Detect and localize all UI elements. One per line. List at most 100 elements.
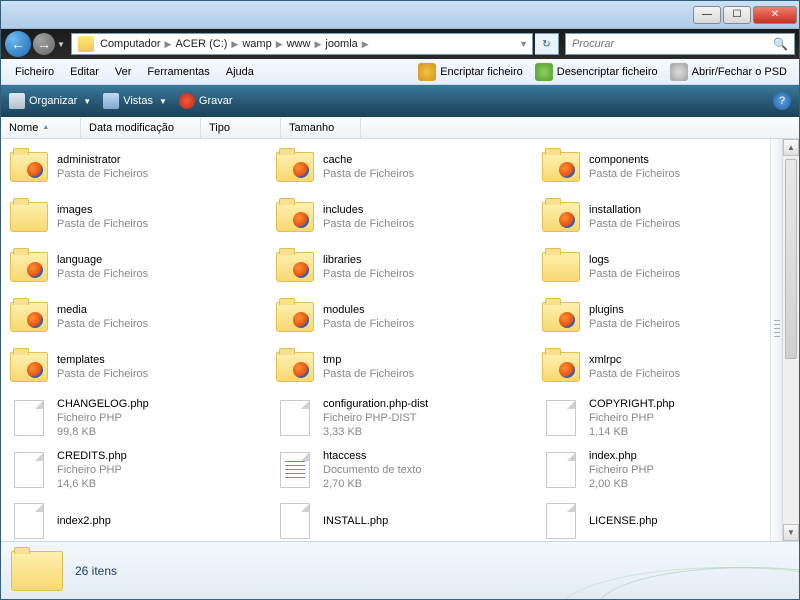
item-name: templates	[57, 353, 148, 367]
views-button[interactable]: Vistas▼	[103, 93, 167, 109]
file-item[interactable]: languagePasta de Ficheiros	[3, 245, 265, 289]
item-name: CHANGELOG.php	[57, 397, 149, 411]
menu-editar[interactable]: Editar	[62, 64, 107, 80]
forward-button[interactable]: →	[33, 33, 55, 55]
vertical-scrollbar[interactable]: ▲ ▼	[782, 139, 799, 541]
file-item[interactable]: COPYRIGHT.phpFicheiro PHP1,14 KB	[535, 395, 797, 441]
address-bar[interactable]: Computador▶ ACER (C:)▶ wamp▶ www▶ joomla…	[71, 33, 533, 55]
item-type: Pasta de Ficheiros	[323, 217, 414, 231]
search-box[interactable]: 🔍	[565, 33, 795, 55]
column-tipo[interactable]: Tipo	[201, 117, 281, 138]
breadcrumb[interactable]: joomla	[323, 38, 359, 50]
chevron-right-icon[interactable]: ▶	[229, 39, 240, 50]
file-item[interactable]: htaccessDocumento de texto2,70 KB	[269, 447, 531, 493]
scroll-down-button[interactable]: ▼	[783, 524, 799, 541]
chevron-right-icon[interactable]: ▶	[312, 39, 323, 50]
item-size: 2,00 KB	[589, 477, 654, 491]
preview-pane-splitter[interactable]	[770, 139, 782, 541]
psd-button[interactable]: Abrir/Fechar o PSD	[664, 61, 793, 83]
menu-ferramentas[interactable]: Ferramentas	[139, 64, 217, 80]
file-item[interactable]: templatesPasta de Ficheiros	[3, 345, 265, 389]
menu-ficheiro[interactable]: Ficheiro	[7, 64, 62, 80]
file-item[interactable]: configuration.php-distFicheiro PHP-DIST3…	[269, 395, 531, 441]
item-name: components	[589, 153, 680, 167]
column-data[interactable]: Data modificação	[81, 117, 201, 138]
decrypt-button[interactable]: Desencriptar ficheiro	[529, 61, 664, 83]
search-icon[interactable]: 🔍	[773, 37, 788, 51]
menu-bar: Ficheiro Editar Ver Ferramentas Ajuda En…	[1, 59, 799, 85]
item-type: Pasta de Ficheiros	[589, 217, 680, 231]
file-item[interactable]: imagesPasta de Ficheiros	[3, 195, 265, 239]
folder-icon	[276, 252, 314, 282]
chevron-right-icon[interactable]: ▶	[360, 39, 371, 50]
item-name: images	[57, 203, 148, 217]
folder-icon	[78, 36, 94, 52]
help-button[interactable]: ?	[773, 92, 791, 110]
status-text: 26 itens	[75, 564, 117, 578]
refresh-button[interactable]: ↻	[535, 33, 559, 55]
file-icon	[546, 503, 576, 539]
breadcrumb[interactable]: wamp	[240, 38, 273, 50]
item-type: Pasta de Ficheiros	[57, 317, 148, 331]
address-dropdown[interactable]: ▼	[517, 39, 530, 49]
file-item[interactable]: tmpPasta de Ficheiros	[269, 345, 531, 389]
breadcrumb[interactable]: www	[285, 38, 313, 50]
unlock-icon	[535, 63, 553, 81]
menu-ajuda[interactable]: Ajuda	[218, 64, 262, 80]
file-item[interactable]: mediaPasta de Ficheiros	[3, 295, 265, 339]
folder-icon	[542, 152, 580, 182]
file-item[interactable]: index2.php	[3, 499, 265, 541]
burn-icon	[179, 93, 195, 109]
scroll-up-button[interactable]: ▲	[783, 139, 799, 156]
file-item[interactable]: index.phpFicheiro PHP2,00 KB	[535, 447, 797, 493]
folder-icon	[542, 302, 580, 332]
organize-icon	[9, 93, 25, 109]
nav-history-dropdown[interactable]: ▼	[57, 40, 69, 49]
item-type: Ficheiro PHP	[57, 463, 127, 477]
close-button[interactable]: ✕	[753, 6, 797, 24]
file-item[interactable]: administratorPasta de Ficheiros	[3, 145, 265, 189]
minimize-button[interactable]: —	[693, 6, 721, 24]
item-type: Pasta de Ficheiros	[57, 167, 148, 181]
file-item[interactable]: componentsPasta de Ficheiros	[535, 145, 797, 189]
file-item[interactable]: INSTALL.php	[269, 499, 531, 541]
item-type: Ficheiro PHP	[589, 411, 675, 425]
chevron-right-icon[interactable]: ▶	[274, 39, 285, 50]
file-item[interactable]: modulesPasta de Ficheiros	[269, 295, 531, 339]
item-name: INSTALL.php	[323, 514, 388, 528]
column-nome[interactable]: Nome▲	[1, 117, 81, 138]
file-item[interactable]: installationPasta de Ficheiros	[535, 195, 797, 239]
chevron-right-icon[interactable]: ▶	[163, 39, 174, 50]
folder-icon	[542, 252, 580, 282]
burn-button[interactable]: Gravar	[179, 93, 233, 109]
file-item[interactable]: pluginsPasta de Ficheiros	[535, 295, 797, 339]
file-item[interactable]: LICENSE.php	[535, 499, 797, 541]
breadcrumb[interactable]: Computador	[98, 38, 163, 50]
encrypt-button[interactable]: Encriptar ficheiro	[412, 61, 529, 83]
column-tamanho[interactable]: Tamanho	[281, 117, 361, 138]
item-type: Pasta de Ficheiros	[589, 167, 680, 181]
folder-icon	[542, 352, 580, 382]
views-icon	[103, 93, 119, 109]
menu-ver[interactable]: Ver	[107, 64, 140, 80]
file-item[interactable]: cachePasta de Ficheiros	[269, 145, 531, 189]
item-name: CREDITS.php	[57, 449, 127, 463]
folder-icon	[542, 202, 580, 232]
back-button[interactable]: ←	[5, 31, 31, 57]
file-item[interactable]: librariesPasta de Ficheiros	[269, 245, 531, 289]
column-headers: Nome▲ Data modificação Tipo Tamanho	[1, 117, 799, 139]
item-size: 14,6 KB	[57, 477, 127, 491]
file-item[interactable]: xmlrpcPasta de Ficheiros	[535, 345, 797, 389]
breadcrumb[interactable]: ACER (C:)	[173, 38, 229, 50]
file-item[interactable]: CREDITS.phpFicheiro PHP14,6 KB	[3, 447, 265, 493]
search-input[interactable]	[572, 38, 773, 50]
item-name: modules	[323, 303, 414, 317]
scroll-thumb[interactable]	[785, 159, 797, 359]
file-item[interactable]: includesPasta de Ficheiros	[269, 195, 531, 239]
folder-icon	[276, 302, 314, 332]
item-size: 1,14 KB	[589, 425, 675, 439]
maximize-button[interactable]: ☐	[723, 6, 751, 24]
file-item[interactable]: CHANGELOG.phpFicheiro PHP99,8 KB	[3, 395, 265, 441]
organize-button[interactable]: Organizar▼	[9, 93, 91, 109]
file-item[interactable]: logsPasta de Ficheiros	[535, 245, 797, 289]
